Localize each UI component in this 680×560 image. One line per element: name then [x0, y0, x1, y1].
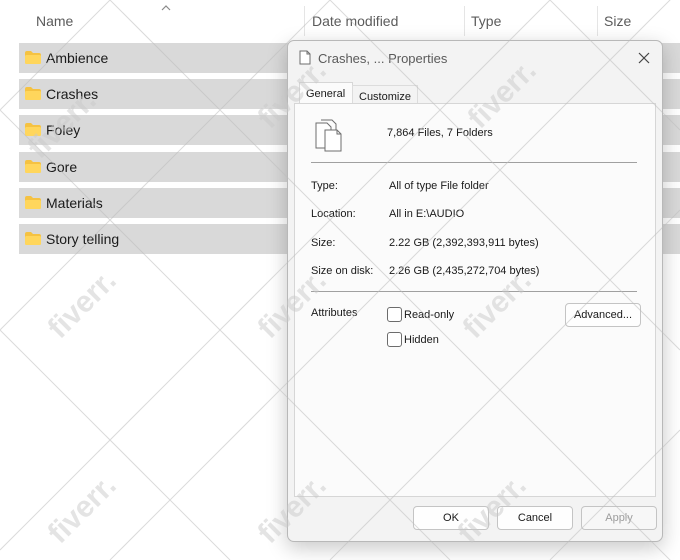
folder-name: Story telling [46, 231, 120, 247]
attributes-label: Attributes [311, 307, 358, 319]
tab-customize[interactable]: Customize [352, 85, 418, 105]
general-panel: 7,864 Files, 7 Folders Type: All of type… [294, 103, 656, 497]
location-label: Location: [311, 208, 356, 220]
hidden-checkbox[interactable] [387, 332, 402, 347]
type-label: Type: [311, 180, 338, 192]
sort-ascending-icon[interactable] [160, 3, 172, 13]
folder-name: Gore [46, 159, 78, 175]
read-only-checkbox[interactable] [387, 307, 402, 322]
column-type[interactable]: Type [471, 13, 501, 29]
column-size[interactable]: Size [604, 13, 631, 29]
column-header: Name Date modified Type Size [0, 0, 680, 40]
folder-icon [25, 87, 41, 100]
column-divider[interactable] [304, 6, 305, 36]
tab-label: General [306, 88, 346, 100]
tab-general[interactable]: General [299, 82, 353, 105]
watermark-text: fiverr. [42, 264, 123, 345]
ok-button[interactable]: OK [413, 506, 489, 530]
size-on-disk-label: Size on disk: [311, 265, 374, 277]
advanced-button[interactable]: Advanced... [565, 303, 641, 327]
file-count-summary: 7,864 Files, 7 Folders [387, 127, 493, 139]
type-value: All of type File folder [389, 180, 489, 192]
multiple-files-icon [315, 119, 342, 152]
divider [311, 291, 637, 292]
folder-icon [25, 160, 41, 173]
document-icon [299, 50, 311, 65]
dialog-title: Crashes, ... Properties [318, 51, 448, 66]
folder-name: Foley [46, 122, 81, 138]
divider [311, 162, 637, 163]
location-value: All in E:\AUDIO [389, 208, 465, 220]
hidden-label[interactable]: Hidden [404, 334, 439, 346]
folder-icon [25, 123, 41, 136]
column-divider[interactable] [464, 6, 465, 36]
column-name[interactable]: Name [36, 13, 73, 29]
size-on-disk-value: 2.26 GB (2,435,272,704 bytes) [389, 265, 540, 277]
read-only-label[interactable]: Read-only [404, 309, 454, 321]
cancel-button[interactable]: Cancel [497, 506, 573, 530]
apply-button[interactable]: Apply [581, 506, 657, 530]
column-divider[interactable] [597, 6, 598, 36]
watermark-text: fiverr. [42, 469, 123, 550]
folder-name: Ambience [46, 50, 109, 66]
folder-name: Materials [46, 195, 103, 211]
folder-icon [25, 196, 41, 209]
size-value: 2.22 GB (2,392,393,911 bytes) [389, 237, 539, 249]
column-date-modified[interactable]: Date modified [312, 13, 398, 29]
properties-dialog: Crashes, ... Properties General Customiz… [287, 40, 663, 542]
folder-icon [25, 51, 41, 64]
folder-icon [25, 232, 41, 245]
close-icon[interactable] [632, 47, 656, 69]
folder-name: Crashes [46, 86, 99, 102]
tab-label: Customize [359, 91, 411, 103]
size-label: Size: [311, 237, 336, 249]
